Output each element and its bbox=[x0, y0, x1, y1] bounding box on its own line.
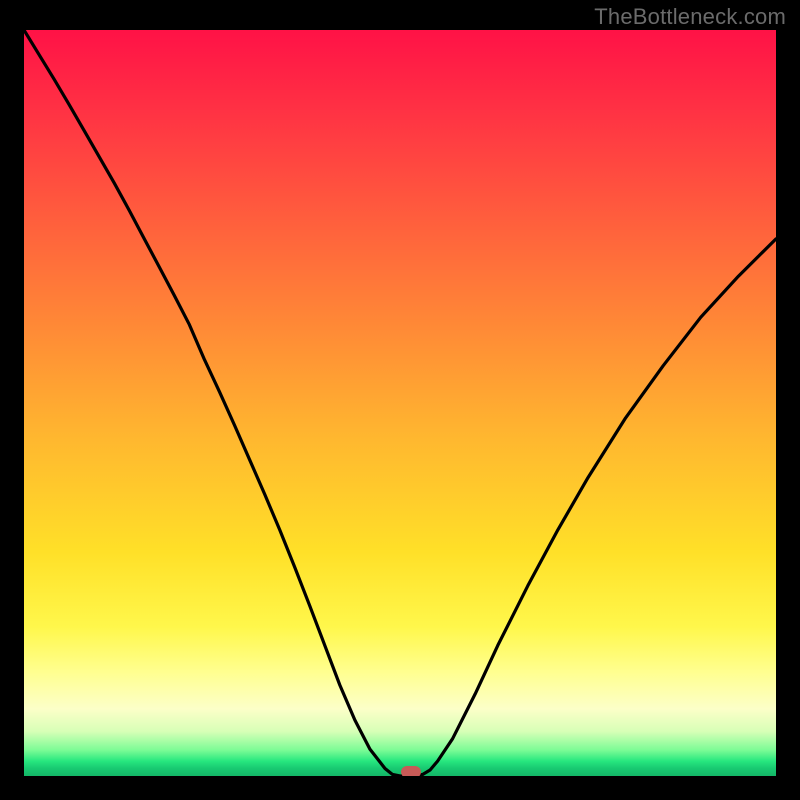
plot-area bbox=[24, 30, 776, 776]
minimum-marker bbox=[401, 766, 421, 776]
chart-frame: TheBottleneck.com bbox=[0, 0, 800, 800]
watermark-text: TheBottleneck.com bbox=[594, 4, 786, 30]
bottleneck-curve bbox=[24, 30, 776, 776]
